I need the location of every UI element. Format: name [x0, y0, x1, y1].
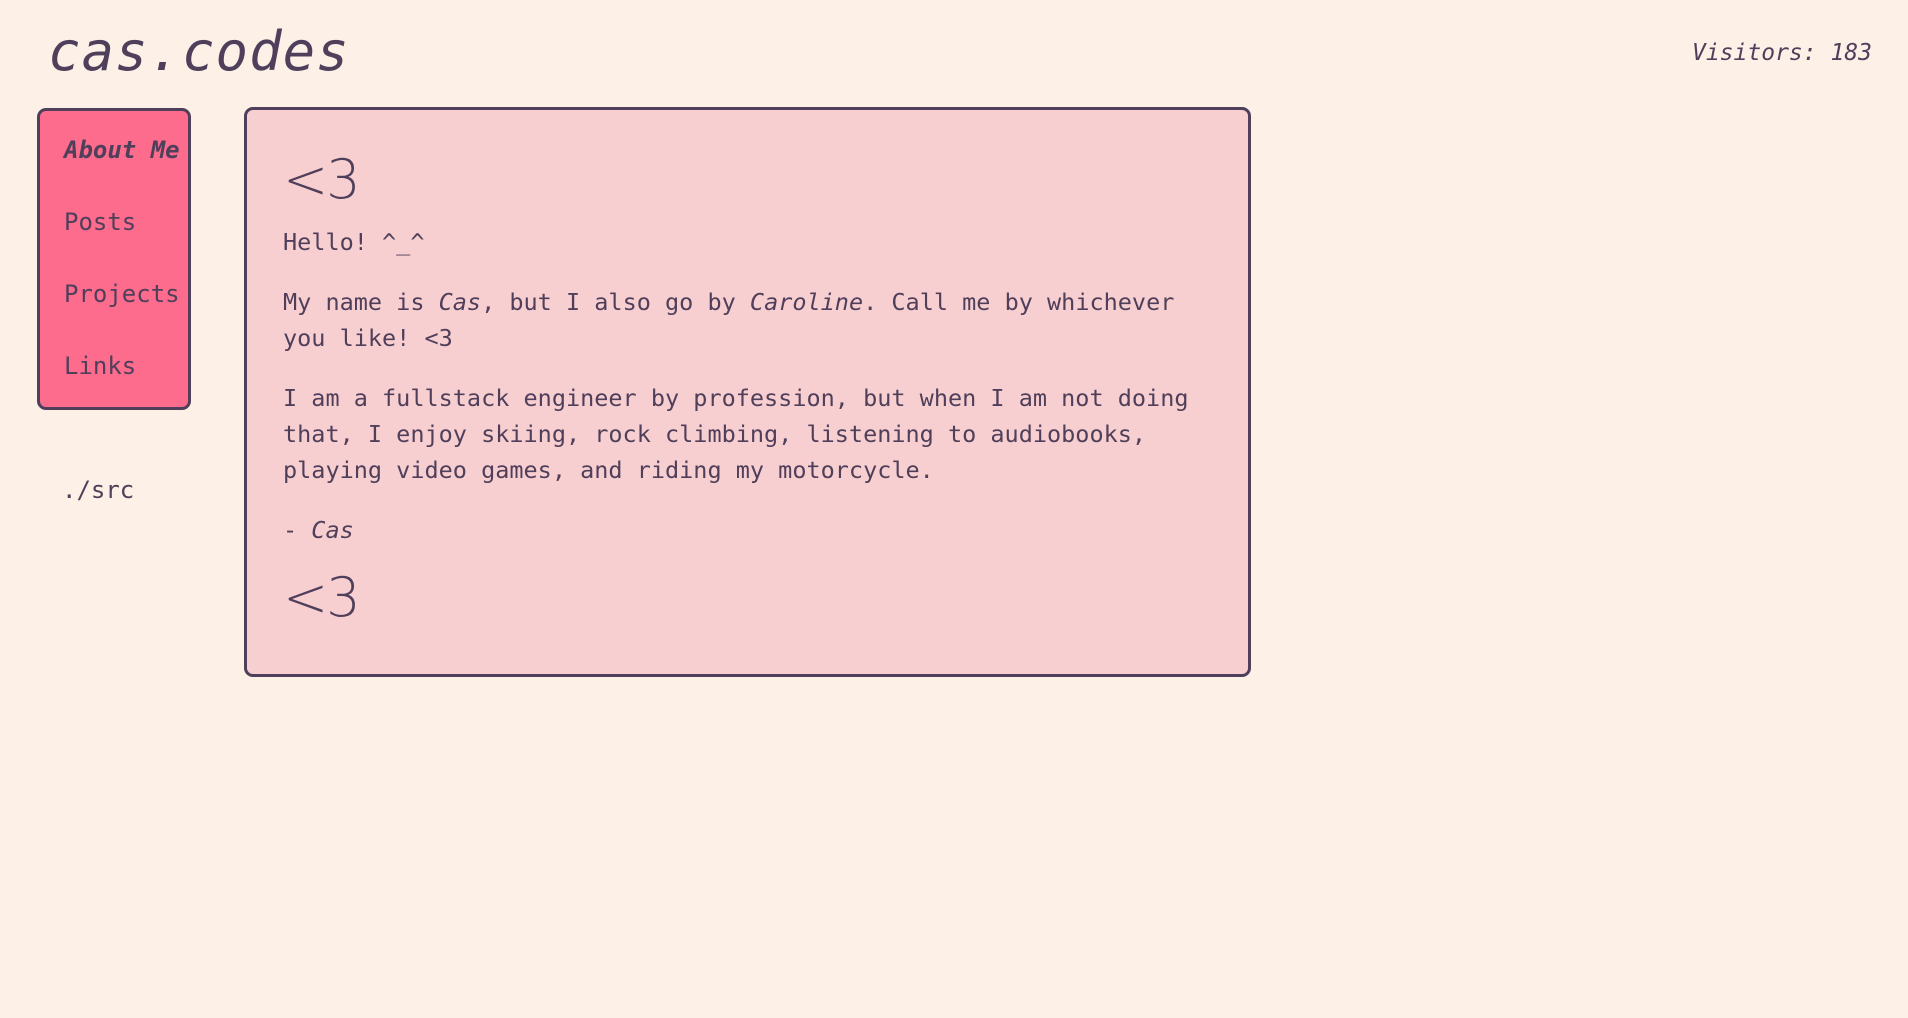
- signature: - Cas: [283, 512, 1212, 548]
- heart-heading-top: <3: [283, 148, 361, 211]
- intro-name-cas: Cas: [438, 288, 482, 316]
- sidebar-item-links[interactable]: Links: [64, 349, 188, 421]
- intro-paragraph: My name is Cas, but I also go by Carolin…: [283, 284, 1212, 356]
- intro-text-1: My name is: [283, 288, 439, 316]
- bio-paragraph: I am a fullstack engineer by profession,…: [283, 384, 1189, 484]
- sidebar-item-projects[interactable]: Projects: [64, 277, 188, 349]
- signature-name: Cas: [311, 516, 354, 544]
- sidebar-nav: About Me Posts Projects Links: [37, 108, 191, 410]
- page: cas.codes Visitors: 183 About Me Posts P…: [0, 0, 1908, 1018]
- source-link[interactable]: ./src: [62, 476, 134, 504]
- intro-name-caroline: Caroline: [749, 288, 864, 316]
- heart-heading-bottom: <3: [283, 566, 361, 629]
- about-card: <3 Hello! ^_^ My name is Cas, but I also…: [244, 107, 1251, 677]
- signature-dash: -: [283, 516, 312, 544]
- sidebar-item-posts[interactable]: Posts: [64, 205, 188, 277]
- site-title[interactable]: cas.codes: [48, 22, 350, 82]
- greeting-text: Hello! ^_^: [283, 228, 425, 256]
- sidebar-item-about-me[interactable]: About Me: [64, 133, 188, 205]
- intro-text-2: , but I also go by: [481, 288, 750, 316]
- visitor-counter: Visitors: 183: [1691, 40, 1872, 66]
